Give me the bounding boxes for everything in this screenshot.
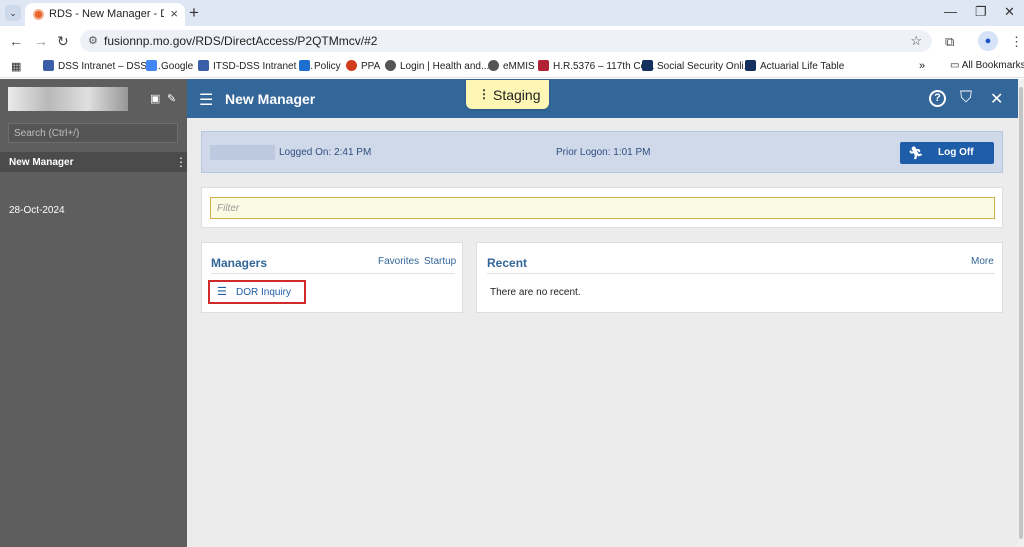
browser-tab[interactable]: RDS - New Manager - Direct Ac × (25, 3, 185, 26)
prior-logon-time: Prior Logon: 1:01 PM (556, 147, 651, 158)
divider (211, 273, 455, 274)
url-text: fusionnp.mo.gov/RDS/DirectAccess/P2QTMmc… (104, 34, 378, 48)
site-info-icon[interactable]: ⚙ (88, 34, 98, 47)
list-icon: ☰ (217, 286, 227, 298)
bookmark-item[interactable]: Google (146, 60, 193, 72)
filter-panel (201, 187, 1003, 228)
user-id-redacted (210, 145, 275, 160)
bookmark-icon (538, 60, 549, 71)
apps-icon[interactable]: ▦ (11, 60, 21, 73)
window-close-icon[interactable]: ✕ (1004, 4, 1015, 20)
tab-title: RDS - New Manager - Direct Ac (49, 8, 164, 20)
recent-title: Recent (487, 256, 528, 270)
bookmarks-bar: ▦ DSS Intranet – DSS I... Google ITSD-DS… (0, 56, 1024, 78)
window-scrollbar[interactable] (1018, 79, 1024, 547)
bookmark-item[interactable]: Actuarial Life Table (745, 60, 844, 72)
filter-input[interactable] (210, 197, 995, 219)
recent-empty-text: There are no recent. (490, 287, 581, 298)
bookmark-item[interactable]: PPA (346, 60, 380, 72)
startup-link[interactable]: Startup (424, 256, 456, 267)
manager-item-dor-inquiry[interactable]: ☰ DOR Inquiry (208, 280, 306, 304)
tab-search-button[interactable]: ⌄ (5, 5, 21, 21)
app-sidebar: ▣ ✎ New Manager ⋮ 28-Oct-2024 (0, 79, 187, 547)
staging-badge[interactable]: ⋮ Staging (466, 80, 549, 109)
logon-info-panel: Logged On: 2:41 PM Prior Logon: 1:01 PM … (201, 131, 1003, 173)
bookmark-icon (43, 60, 54, 71)
sidebar-item-label: New Manager (9, 157, 74, 168)
bookmark-icon (488, 60, 499, 71)
reload-icon[interactable]: ↻ (57, 33, 69, 50)
bookmark-item[interactable]: Login | Health and... (385, 60, 489, 72)
bookmark-icon (745, 60, 756, 71)
browser-tab-strip: ⌄ RDS - New Manager - Direct Ac × + — ❐ … (0, 0, 1024, 26)
hamburger-menu-icon[interactable]: ☰ (199, 90, 213, 110)
sidebar-header: ▣ ✎ (0, 79, 187, 119)
forward-icon[interactable]: → (34, 33, 48, 49)
staging-label: Staging (493, 87, 541, 103)
sidebar-date: 28-Oct-2024 (9, 205, 65, 216)
browser-toolbar: ← → ↻ ⚙ fusionnp.mo.gov/RDS/DirectAccess… (0, 26, 1024, 56)
tab-close-icon[interactable]: × (170, 6, 178, 21)
bookmark-icon (146, 60, 157, 71)
page-title: New Manager (225, 91, 316, 107)
sidebar-search-input[interactable] (8, 123, 178, 143)
kebab-menu-icon[interactable]: ⋮ (175, 155, 187, 169)
pin-icon[interactable]: ✎ (167, 92, 176, 105)
address-bar[interactable]: ⚙ fusionnp.mo.gov/RDS/DirectAccess/P2QTM… (80, 30, 932, 52)
scrollbar-thumb[interactable] (1019, 87, 1023, 539)
favorites-link[interactable]: Favorites (378, 256, 419, 267)
recent-panel: Recent More There are no recent. (476, 242, 1003, 313)
bookmark-icon[interactable]: ⛉ (960, 89, 972, 107)
new-tab-icon[interactable]: + (189, 3, 199, 23)
bookmark-icon (198, 60, 209, 71)
log-off-button[interactable]: 🏃︎ Log Off (900, 142, 994, 164)
chat-icon[interactable]: ▣ (150, 92, 160, 105)
profile-avatar[interactable]: ● (978, 31, 998, 51)
bookmark-item[interactable]: Policy (299, 60, 341, 72)
managers-panel: Managers Favorites Startup ☰ DOR Inquiry (201, 242, 463, 313)
bookmark-item[interactable]: DSS Intranet – DSS I... (43, 60, 161, 72)
app-header: ☰ New Manager ? ⛉ ✕ (187, 79, 1018, 118)
bookmark-icon (642, 60, 653, 71)
bookmark-icon (385, 60, 396, 71)
extensions-icon[interactable]: ⧉ (945, 34, 954, 50)
all-bookmarks-folder[interactable]: ▭ All Bookmarks (950, 60, 1024, 71)
more-bookmarks-icon[interactable]: » (919, 60, 925, 72)
help-icon[interactable]: ? (929, 90, 946, 107)
app-main: ☰ New Manager ? ⛉ ✕ Logged On: 2:41 PM P… (187, 79, 1018, 547)
manager-item-label: DOR Inquiry (236, 287, 292, 298)
folder-icon: ▭ (950, 60, 960, 71)
managers-title: Managers (211, 256, 268, 270)
more-link[interactable]: More (971, 256, 994, 267)
log-off-label: Log Off (938, 147, 974, 158)
browser-menu-icon[interactable]: ⋮ (1010, 34, 1023, 50)
bookmark-item[interactable]: Social Security Onli... (642, 60, 752, 72)
sidebar-item-new-manager[interactable]: New Manager ⋮ (0, 152, 187, 172)
bookmark-star-icon[interactable]: ☆ (910, 33, 922, 49)
bookmark-item[interactable]: ITSD-DSS Intranet –... (198, 60, 313, 72)
back-icon[interactable]: ← (9, 33, 23, 49)
drag-handle-icon[interactable]: ⋮ (478, 87, 490, 101)
bookmark-icon (346, 60, 357, 71)
running-person-icon: 🏃︎ (908, 146, 924, 160)
minimize-icon[interactable]: — (944, 4, 957, 19)
bookmark-icon (299, 60, 310, 71)
divider (487, 273, 995, 274)
logged-on-time: Logged On: 2:41 PM (279, 147, 372, 158)
bookmark-item[interactable]: eMMIS (488, 60, 535, 72)
tab-favicon-icon (33, 9, 44, 20)
bookmark-item[interactable]: H.R.5376 – 117th Co... (538, 60, 655, 72)
restore-icon[interactable]: ❐ (975, 4, 987, 20)
close-icon[interactable]: ✕ (990, 89, 1003, 109)
user-name-redacted (8, 87, 128, 111)
